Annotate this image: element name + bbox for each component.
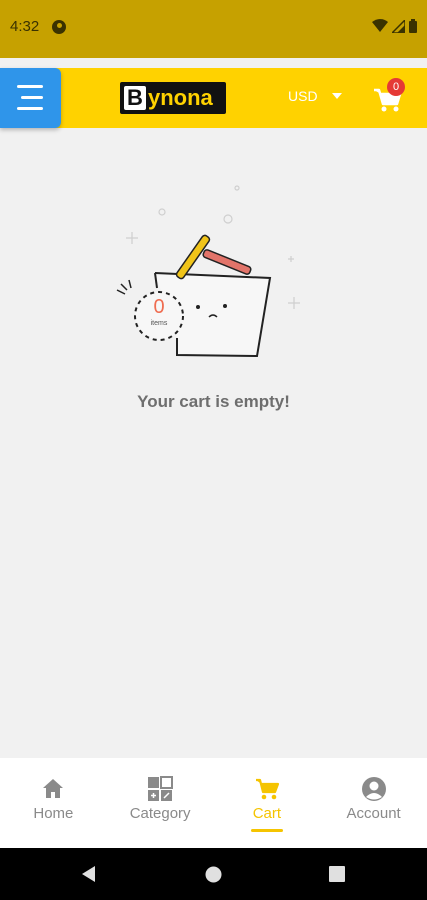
status-time: 4:32 bbox=[10, 18, 40, 35]
battery-icon bbox=[409, 19, 417, 33]
back-icon[interactable] bbox=[80, 865, 98, 883]
status-bar: 4:32 bbox=[0, 0, 427, 58]
brand-logo[interactable]: B ynona bbox=[120, 82, 226, 114]
empty-cart-illustration bbox=[116, 185, 300, 358]
cart-count-badge: 0 bbox=[387, 78, 405, 96]
nav-home-label: Home bbox=[33, 805, 74, 822]
chevron-down-icon bbox=[331, 93, 342, 99]
account-icon bbox=[361, 777, 386, 801]
currency-label: USD bbox=[288, 88, 318, 104]
app-bar: B ynona USD bbox=[0, 68, 427, 128]
category-icon bbox=[148, 776, 174, 801]
nav-account[interactable]: Account bbox=[320, 758, 427, 848]
system-icons bbox=[372, 19, 417, 33]
home-icon bbox=[43, 779, 64, 798]
empty-cart-message: Your cart is empty! bbox=[137, 392, 290, 411]
cart-icon bbox=[255, 778, 279, 800]
notification-icon bbox=[52, 20, 66, 34]
active-tab-indicator bbox=[250, 829, 283, 832]
nav-cart[interactable]: Cart bbox=[214, 758, 321, 848]
nav-account-label: Account bbox=[346, 805, 401, 822]
signal-icon bbox=[392, 19, 405, 33]
logo-text: ynona bbox=[148, 85, 213, 110]
nav-home[interactable]: Home bbox=[0, 758, 107, 848]
nav-category[interactable]: Category bbox=[107, 758, 214, 848]
nav-cart-label: Cart bbox=[252, 805, 282, 822]
items-count: 0 bbox=[153, 296, 165, 318]
menu-button[interactable] bbox=[0, 68, 61, 128]
recents-icon[interactable] bbox=[329, 866, 345, 882]
logo-letter: B bbox=[124, 86, 146, 110]
nav-category-label: Category bbox=[129, 805, 191, 822]
home-circle-icon[interactable] bbox=[205, 866, 222, 883]
wifi-icon bbox=[372, 19, 388, 32]
items-label: items bbox=[150, 320, 168, 327]
currency-selector[interactable]: USD bbox=[288, 88, 342, 104]
bottom-navigation: Home Category Cart Account bbox=[0, 758, 427, 848]
system-navigation-bar bbox=[0, 848, 427, 900]
